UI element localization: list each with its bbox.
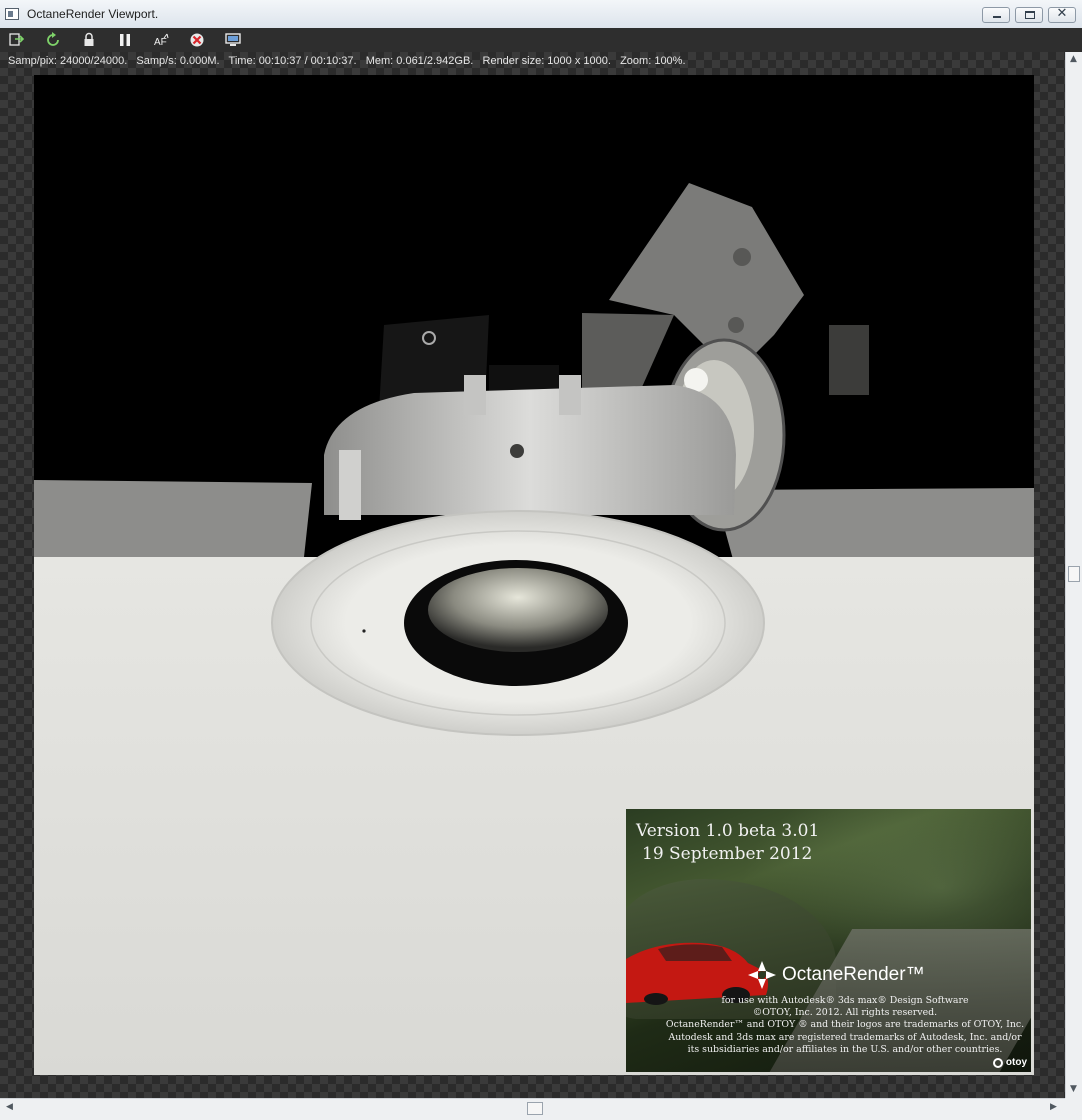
minimize-button[interactable] — [982, 7, 1010, 23]
close-icon: ✕ — [1056, 6, 1068, 21]
maximize-icon — [1025, 11, 1035, 19]
vertical-scrollbar[interactable]: ▲ ▼ — [1065, 52, 1082, 1098]
legal-line: Autodesk and 3ds max are registered trad… — [668, 1031, 1022, 1043]
octane-splash-overlay[interactable]: Version 1.0 beta 3.01 19 September 2012 … — [626, 809, 1031, 1072]
close-button[interactable]: ✕ — [1048, 6, 1076, 23]
otoy-logo-text: otoy — [1005, 1057, 1027, 1068]
render-status-text: Samp/pix: 24000/24000. Samp/s: 0.000M. T… — [8, 55, 686, 67]
restart-render-icon — [47, 32, 59, 46]
scroll-down-icon[interactable]: ▼ — [1070, 1084, 1077, 1094]
otoy-logo: otoy — [992, 1057, 1027, 1068]
octane-brand: OctaneRender™ — [746, 959, 925, 991]
restart-render-button[interactable] — [42, 30, 64, 50]
scrollbar-corner — [1065, 1098, 1082, 1120]
pause-icon — [120, 34, 130, 46]
stop-render-icon — [190, 33, 204, 47]
octane-brand-text: OctaneRender™ — [782, 964, 925, 985]
toolbar: AF — [0, 28, 1082, 52]
octane-logo-icon — [748, 961, 776, 989]
splash-version: Version 1.0 beta 3.01 — [636, 821, 820, 841]
minimize-icon — [993, 16, 1001, 18]
app-icon — [5, 8, 19, 20]
vertical-scroll-thumb[interactable] — [1068, 566, 1080, 582]
scroll-up-icon[interactable]: ▲ — [1070, 54, 1077, 64]
stop-render-button[interactable] — [186, 30, 208, 50]
svg-text:AF: AF — [154, 37, 167, 48]
scroll-right-icon[interactable]: ▶ — [1050, 1102, 1057, 1112]
display-settings-icon — [225, 33, 241, 46]
legal-line: ©OTOY, Inc. 2012. All rights reserved. — [752, 1007, 938, 1019]
scroll-left-icon[interactable]: ◀ — [6, 1102, 13, 1112]
autofocus-icon: AF — [154, 33, 169, 48]
legal-line: its subsidiaries and/or affiliates in th… — [687, 1043, 1003, 1055]
splash-date: 19 September 2012 — [642, 844, 813, 864]
horizontal-scroll-thumb[interactable] — [527, 1102, 543, 1115]
legal-line: OctaneRender™ and OTOY ® and their logos… — [665, 1019, 1025, 1031]
send-scene-icon — [9, 33, 25, 46]
horizontal-scrollbar[interactable]: ◀ ▶ — [0, 1098, 1065, 1120]
maximize-button[interactable] — [1015, 7, 1043, 23]
window-title: OctaneRender Viewport. — [27, 7, 159, 21]
title-bar: OctaneRender Viewport. ✕ — [0, 0, 1082, 29]
lock-icon — [84, 32, 94, 46]
splash-legal-text: for use with Autodesk® 3ds max® Design S… — [660, 995, 1030, 1056]
pause-button[interactable] — [114, 30, 136, 50]
send-scene-button[interactable] — [6, 30, 28, 50]
lock-button[interactable] — [78, 30, 100, 50]
legal-line: for use with Autodesk® 3ds max® Design S… — [721, 995, 969, 1006]
otoy-logo-icon — [992, 1057, 1003, 1068]
display-settings-button[interactable] — [222, 30, 244, 50]
autofocus-button[interactable]: AF — [150, 30, 172, 50]
